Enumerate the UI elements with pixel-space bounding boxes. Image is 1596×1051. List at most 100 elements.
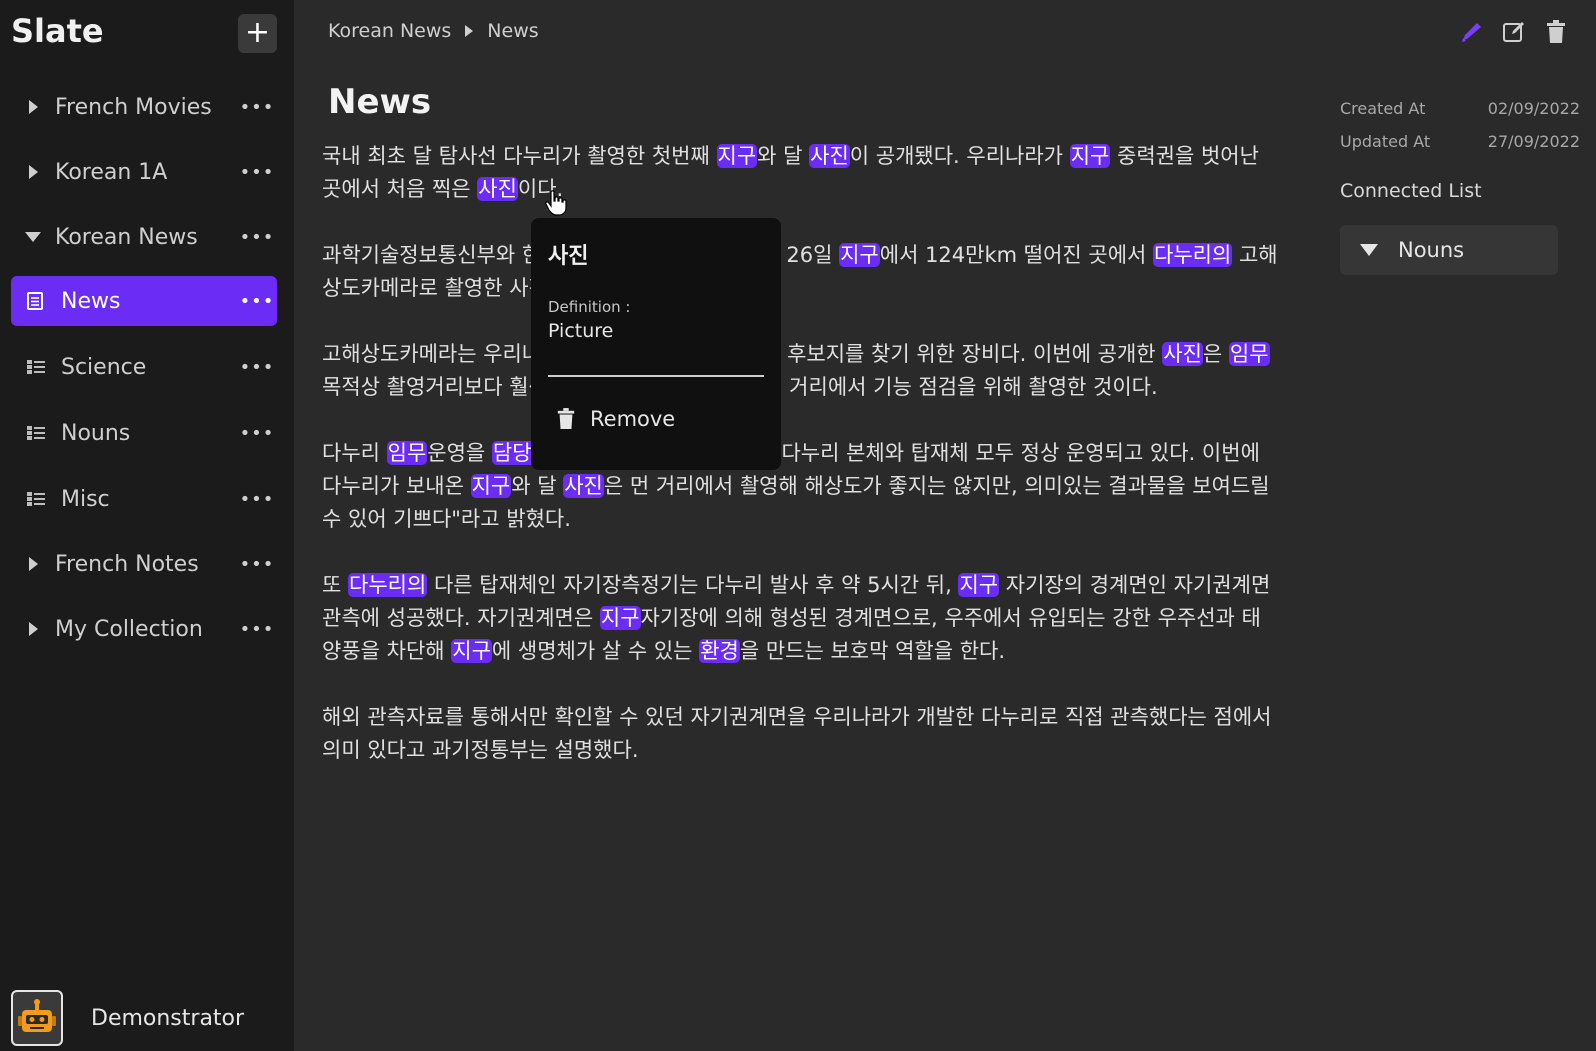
more-options-icon[interactable]: ••• <box>237 97 277 118</box>
breadcrumb-separator-icon <box>465 25 474 37</box>
highlighted-word[interactable]: 지구 <box>1069 144 1111 168</box>
sidebar-item-korean-1a[interactable]: Korean 1A ••• <box>11 147 277 197</box>
caret-right-icon[interactable] <box>11 100 55 114</box>
text-segment: 국내 최초 달 탐사선 다누리가 촬영한 첫번째 <box>322 144 717 168</box>
caret-down-icon[interactable] <box>1340 244 1398 256</box>
sidebar-item-misc[interactable]: Misc ••• <box>11 474 277 524</box>
add-collection-button[interactable]: + <box>238 14 277 53</box>
highlighted-word[interactable]: 지구 <box>839 243 880 267</box>
highlighted-word[interactable]: 지구 <box>451 639 492 663</box>
popup-word: 사진 <box>548 244 589 269</box>
sidebar-item-label: Science <box>61 354 147 380</box>
sidebar-item-science[interactable]: Science ••• <box>11 342 277 392</box>
text-segment: 운영을 <box>427 441 492 465</box>
text-segment: 또 <box>322 573 348 597</box>
sidebar-item-french-movies[interactable]: French Movies ••• <box>11 82 277 132</box>
updated-at-label: Updated At <box>1340 132 1431 151</box>
paragraph: 해외 관측자료를 통해서만 확인할 수 있던 자기권계면을 우리나라가 개발한 … <box>322 701 1280 767</box>
sidebar: Slate + French Movies ••• Korean 1A ••• … <box>0 0 294 1051</box>
main-panel: Korean News News News 국내 최초 달 탐사선 다누리가 촬… <box>294 0 1596 1051</box>
more-options-icon[interactable]: ••• <box>237 554 277 575</box>
sidebar-item-label: News <box>61 288 121 314</box>
caret-down-icon[interactable] <box>11 232 55 242</box>
popup-definition-label: Definition : <box>548 298 631 316</box>
highlighter-button[interactable] <box>1458 18 1486 46</box>
breadcrumb: Korean News News <box>328 20 539 42</box>
caret-right-icon[interactable] <box>11 165 55 179</box>
more-options-icon[interactable]: ••• <box>237 162 277 183</box>
created-at-row: Created At 02/09/2022 <box>1340 92 1580 125</box>
sidebar-item-korean-news[interactable]: Korean News ••• <box>11 212 277 262</box>
text-segment: 에 생명체가 살 수 있는 <box>491 639 700 663</box>
highlighted-word[interactable]: 지구 <box>958 573 1000 597</box>
sidebar-item-label: French Notes <box>55 551 199 577</box>
paragraph: 과학기술정보통신부와 한국항공우주연구원은 지난달 26일 지구에서 124만k… <box>322 239 1280 305</box>
document-meta: Created At 02/09/2022 Updated At 27/09/2… <box>1340 92 1580 158</box>
avatar[interactable] <box>11 990 63 1046</box>
trash-icon <box>557 408 575 429</box>
remove-word-button[interactable]: Remove <box>548 407 764 431</box>
highlighted-word[interactable]: 임무 <box>1228 342 1270 366</box>
more-options-icon[interactable]: ••• <box>237 423 277 444</box>
sidebar-item-my-collection[interactable]: My Collection ••• <box>11 604 277 654</box>
paragraph: 고해상도카메라는 우리나라 최초의 달 탐사선이 착륙 후보지를 찾기 위한 장… <box>322 338 1280 404</box>
caret-right-icon[interactable] <box>11 557 55 571</box>
highlighted-word[interactable]: 지구 <box>470 474 512 498</box>
trash-icon <box>1547 20 1565 43</box>
document-content[interactable]: 국내 최초 달 탐사선 다누리가 촬영한 첫번째 지구와 달 사진이 공개됐다.… <box>322 140 1280 800</box>
updated-at-row: Updated At 27/09/2022 <box>1340 125 1580 158</box>
more-options-icon[interactable]: ••• <box>237 619 277 640</box>
text-segment: 다누리 <box>322 441 387 465</box>
text-segment: 와 달 <box>511 474 564 498</box>
text-segment: 에서 124만km 떨어진 곳에서 <box>879 243 1154 267</box>
highlighted-word[interactable]: 임무 <box>386 441 428 465</box>
highlighted-word[interactable]: 환경 <box>699 639 740 663</box>
user-profile[interactable]: Demonstrator <box>11 990 244 1046</box>
delete-button[interactable] <box>1542 18 1570 46</box>
text-segment: 을 만드는 보호막 역할을 한다. <box>739 639 1006 663</box>
sidebar-item-label: French Movies <box>55 94 212 120</box>
sidebar-item-news[interactable]: News ••• <box>11 276 277 326</box>
sidebar-item-label: Nouns <box>61 420 131 446</box>
highlighted-word[interactable]: 지구 <box>599 606 641 630</box>
sidebar-item-french-notes[interactable]: French Notes ••• <box>11 539 277 589</box>
highlighted-word[interactable]: 사진 <box>1162 342 1203 366</box>
created-at-label: Created At <box>1340 99 1426 118</box>
highlighted-word[interactable]: 사진 <box>809 144 850 168</box>
highlighter-icon <box>1462 23 1481 42</box>
created-at-value: 02/09/2022 <box>1487 99 1580 118</box>
edit-icon <box>1503 22 1524 42</box>
sidebar-item-label: Misc <box>61 486 110 512</box>
text-segment: 다른 탑재체인 자기장측정기는 다누리 발사 후 약 5시간 뒤, <box>427 573 959 597</box>
app-logo: Slate <box>11 12 104 50</box>
highlighted-word[interactable]: 다누리의 <box>348 573 428 597</box>
sidebar-item-nouns[interactable]: Nouns ••• <box>11 408 277 458</box>
robot-avatar-icon <box>18 999 56 1032</box>
paragraph: 또 다누리의 다른 탑재체인 자기장측정기는 다누리 발사 후 약 5시간 뒤,… <box>322 569 1280 668</box>
more-options-icon[interactable]: ••• <box>237 357 277 378</box>
edit-button[interactable] <box>1500 18 1528 46</box>
more-options-icon[interactable]: ••• <box>237 227 277 248</box>
hand-cursor-icon <box>545 190 567 216</box>
caret-right-icon[interactable] <box>11 622 55 636</box>
more-options-icon[interactable]: ••• <box>237 489 277 510</box>
toolbar <box>1458 18 1570 46</box>
breadcrumb-parent[interactable]: Korean News <box>328 20 451 42</box>
paragraph: 다누리 임무운영을 담당하는 항우연 조영호 박사는 "다누리 본체와 탑재체 … <box>322 437 1280 536</box>
highlighted-word[interactable]: 사진 <box>563 474 604 498</box>
connected-list-title: Connected List <box>1340 180 1482 202</box>
paragraph: 국내 최초 달 탐사선 다누리가 촬영한 첫번째 지구와 달 사진이 공개됐다.… <box>322 140 1280 206</box>
highlighted-word[interactable]: 다누리의 <box>1153 243 1233 267</box>
highlighted-word[interactable]: 사진 <box>477 177 518 201</box>
text-segment: 은 <box>1202 342 1229 366</box>
remove-label: Remove <box>590 407 676 431</box>
breadcrumb-current[interactable]: News <box>487 20 538 42</box>
updated-at-value: 27/09/2022 <box>1487 132 1580 151</box>
popup-divider <box>548 375 764 377</box>
word-popup: 사진 Definition : Picture Remove <box>531 218 781 470</box>
text-segment: 와 달 <box>757 144 810 168</box>
sidebar-item-label: Korean News <box>55 224 198 250</box>
more-options-icon[interactable]: ••• <box>237 291 277 312</box>
highlighted-word[interactable]: 지구 <box>716 144 758 168</box>
connected-list-item-nouns[interactable]: Nouns <box>1340 225 1558 275</box>
